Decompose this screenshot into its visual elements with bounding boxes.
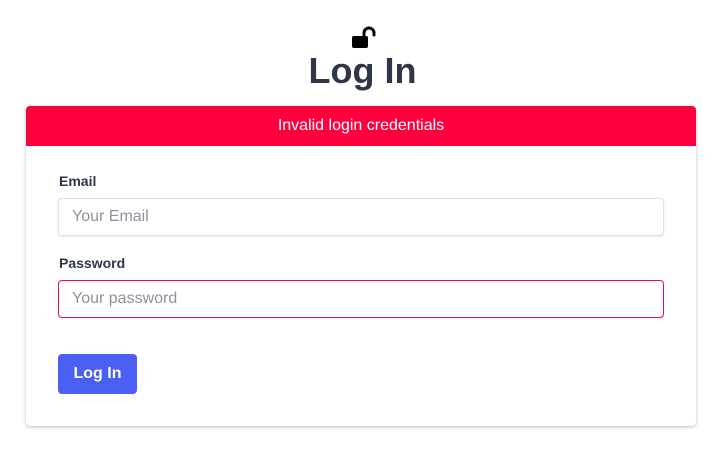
- page-title: Log In: [308, 50, 417, 91]
- email-label: Email: [59, 173, 97, 189]
- email-input[interactable]: [58, 198, 664, 236]
- password-input[interactable]: [58, 280, 664, 318]
- error-alert: Invalid login credentials: [26, 106, 696, 146]
- unlock-icon: [350, 26, 376, 50]
- login-card: Invalid login credentials Email Password…: [26, 106, 696, 426]
- login-button[interactable]: Log In: [58, 354, 137, 394]
- password-label: Password: [59, 255, 126, 271]
